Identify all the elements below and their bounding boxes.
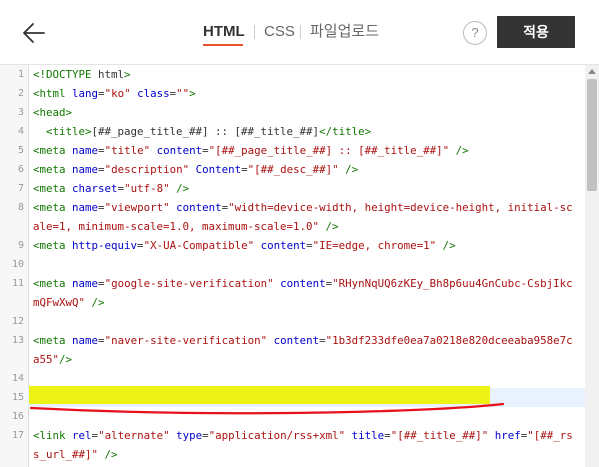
code-line[interactable]: 8 <meta name="viewport" content="width=de…	[0, 198, 585, 236]
code-line[interactable]: 12 ​	[0, 312, 585, 331]
line-number: 7	[17, 183, 24, 194]
code-line[interactable]: 13 <meta name="naver-site-verification" c…	[0, 331, 585, 369]
line-number: 1	[17, 69, 24, 80]
vertical-scrollbar[interactable]	[585, 65, 599, 467]
scrollbar-thumb[interactable]	[587, 79, 597, 191]
code-line[interactable]: 9 <meta http-equiv="X-UA-Compatible" cont…	[0, 236, 585, 255]
code-line[interactable]: 1 <!DOCTYPE html>	[0, 65, 585, 84]
line-number: 3	[17, 107, 24, 118]
tab-html[interactable]: HTML	[203, 22, 245, 42]
code-line[interactable]: 5 <meta name="title" content="[##_page_ti…	[0, 141, 585, 160]
line-number: 17	[11, 430, 24, 441]
code-line[interactable]: 2 <html lang="ko" class="">	[0, 84, 585, 103]
code-line[interactable]: 10 ​	[0, 255, 585, 274]
tab-file-upload[interactable]: 파일업로드	[310, 22, 379, 42]
apply-button[interactable]: 적용	[497, 16, 575, 48]
code-line[interactable]: 6 <meta name="description" Content="[##_d…	[0, 160, 585, 179]
line-number: 13	[11, 335, 24, 346]
scroll-up-icon[interactable]	[588, 69, 596, 74]
line-text: <meta name="viewport" content="width=dev…	[33, 201, 573, 233]
code-line[interactable]: 3 <head>	[0, 103, 585, 122]
line-text: <link rel="alternate" type="application/…	[33, 429, 573, 461]
editor-header: HTML CSS 파일업로드 ? 적용	[0, 0, 599, 65]
code-line[interactable]: 7 <meta charset="utf-8" />	[0, 179, 585, 198]
line-text: ​	[28, 312, 585, 331]
code-line[interactable]: 4 <title>[##_page_title_##] :: [##_title…	[0, 122, 585, 141]
line-number: 14	[11, 373, 24, 384]
line-text: <meta charset="utf-8" />	[33, 182, 190, 195]
line-number: 10	[11, 259, 24, 270]
active-tab-indicator	[203, 44, 243, 46]
line-number: 11	[11, 278, 24, 289]
tab-separator	[300, 25, 301, 39]
line-number: 8	[17, 202, 24, 213]
tab-css[interactable]: CSS	[264, 22, 295, 42]
line-text: <meta name="google-site-verification" co…	[33, 277, 573, 309]
line-number: 9	[17, 240, 24, 251]
code-line[interactable]: 11 <meta name="google-site-verification" …	[0, 274, 585, 312]
line-number: 15	[11, 392, 24, 403]
line-number: 6	[17, 164, 24, 175]
line-text: <!DOCTYPE html>	[33, 68, 131, 81]
line-text: <title>[##_page_title_##] :: [##_title_#…	[46, 125, 372, 138]
line-text: <meta name="naver-site-verification" con…	[33, 334, 573, 366]
line-number: 12	[11, 316, 24, 327]
help-button[interactable]: ?	[463, 21, 487, 45]
code-line[interactable]: 17 <link rel="alternate" type="applicatio…	[0, 426, 585, 464]
line-text: <meta name="title" content="[##_page_tit…	[33, 144, 469, 157]
line-number: 16	[11, 411, 24, 422]
line-number: 5	[17, 145, 24, 156]
line-text: <html lang="ko" class="">	[33, 87, 196, 100]
red-underline-mark	[29, 402, 505, 415]
line-text: ​	[28, 255, 585, 274]
line-text: <meta http-equiv="X-UA-Compatible" conte…	[33, 239, 456, 252]
line-text: <head>	[33, 106, 73, 119]
line-text: <meta name="description" Content="[##_de…	[33, 163, 359, 176]
tab-separator	[254, 25, 255, 39]
line-number: 4	[17, 126, 24, 137]
line-number: 2	[17, 88, 24, 99]
